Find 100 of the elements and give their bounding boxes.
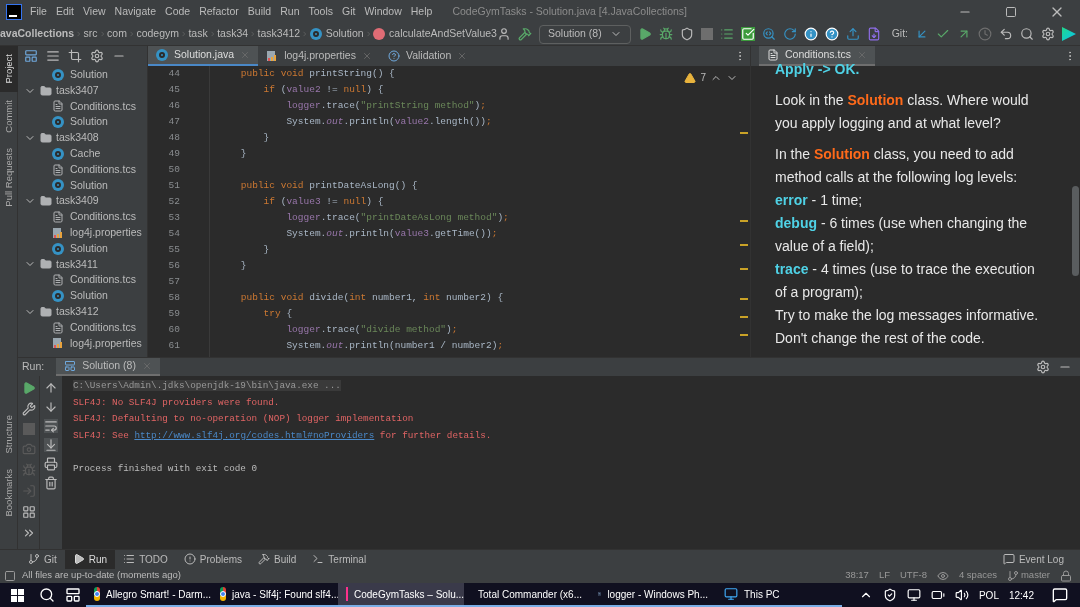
- breadcrumb[interactable]: task34: [217, 26, 249, 42]
- trash-icon[interactable]: [44, 476, 58, 490]
- document-icon[interactable]: [866, 27, 881, 41]
- tool-window-button[interactable]: Problems: [175, 549, 251, 569]
- clock[interactable]: 12:42: [1008, 587, 1034, 603]
- tool-window-button[interactable]: Git: [20, 549, 65, 569]
- taskbar-app[interactable]: Total Commander (x6...: [464, 583, 590, 607]
- menu-item[interactable]: Build: [247, 3, 272, 20]
- tree-item[interactable]: task3407: [18, 82, 147, 99]
- run-icon[interactable]: [21, 381, 36, 395]
- bug-icon[interactable]: [658, 27, 673, 41]
- breadcrumb[interactable]: task3412: [257, 26, 301, 42]
- scroll-thumb[interactable]: [1071, 186, 1079, 276]
- hammer-icon[interactable]: [517, 27, 532, 41]
- settings-icon[interactable]: [1041, 27, 1055, 41]
- tree-item[interactable]: Conditions.tcs: [18, 272, 147, 289]
- expand-icon[interactable]: [46, 49, 60, 63]
- panel-icon[interactable]: [24, 49, 38, 63]
- menu-item[interactable]: Tools: [308, 3, 333, 20]
- taskbar-app[interactable]: Allegro Smart! - Darm...: [86, 583, 212, 607]
- breadcrumb[interactable]: codegym: [136, 26, 179, 42]
- tree-item[interactable]: task3409: [18, 193, 147, 210]
- menu-item[interactable]: Window: [364, 3, 402, 20]
- tree-item[interactable]: task3408: [18, 130, 147, 146]
- collapse-icon[interactable]: [68, 49, 82, 63]
- check-icon[interactable]: [936, 27, 950, 41]
- editor-tab[interactable]: Validation: [379, 46, 476, 66]
- input-language[interactable]: POL: [978, 587, 999, 603]
- taskbar-app[interactable]: CodeGymTasks – Solu...: [338, 583, 464, 607]
- side-tab[interactable]: Project: [0, 46, 18, 92]
- menu-item[interactable]: Edit: [55, 3, 74, 20]
- menu-item[interactable]: Refactor: [199, 3, 239, 20]
- breadcrumb[interactable]: src: [83, 26, 98, 42]
- side-tab[interactable]: Pull Requests: [0, 140, 18, 215]
- tree-item[interactable]: Solution: [18, 114, 147, 131]
- print-icon[interactable]: [44, 457, 58, 471]
- menu-item[interactable]: Navigate: [114, 3, 157, 20]
- battery-icon[interactable]: [930, 588, 945, 602]
- warning-count[interactable]: 7: [700, 70, 706, 85]
- menu-item[interactable]: Run: [280, 3, 300, 20]
- task-view-icon[interactable]: [65, 587, 81, 603]
- breadcrumb[interactable]: Solution: [309, 26, 364, 42]
- tree-item[interactable]: Conditions.tcs: [18, 98, 147, 115]
- upload-icon[interactable]: [845, 27, 860, 41]
- run-tab[interactable]: Solution (8): [56, 358, 160, 376]
- notification-icon[interactable]: [1052, 587, 1068, 603]
- settings-icon[interactable]: [90, 49, 104, 63]
- tree-item[interactable]: Solution: [18, 67, 147, 83]
- scroll-end-icon[interactable]: [44, 438, 58, 452]
- eye-icon[interactable]: [936, 569, 949, 582]
- event-log-button[interactable]: Event Log: [1002, 551, 1064, 567]
- clock-icon[interactable]: [978, 27, 992, 41]
- tree-item[interactable]: Solution: [18, 240, 147, 257]
- down-icon[interactable]: [44, 400, 58, 414]
- line-separator[interactable]: LF: [878, 568, 890, 583]
- menu-item[interactable]: View: [83, 3, 106, 20]
- restore-icon[interactable]: [1005, 5, 1017, 18]
- tree-item[interactable]: Solution: [18, 288, 147, 304]
- plugin-logo-icon[interactable]: [1062, 27, 1076, 41]
- editor-tab[interactable]: Solution.java: [148, 46, 259, 66]
- lock-icon[interactable]: [1060, 569, 1072, 582]
- breadcrumb[interactable]: calculateAndSetValue3: [373, 26, 497, 42]
- tree-item[interactable]: Conditions.tcs: [18, 161, 147, 178]
- tool-window-button[interactable]: TODO: [115, 549, 176, 569]
- run-config-dropdown[interactable]: Solution (8): [538, 24, 631, 44]
- help-icon[interactable]: [824, 27, 839, 41]
- checkbox-icon[interactable]: [740, 27, 755, 41]
- volume-icon[interactable]: [954, 588, 969, 602]
- shield-icon[interactable]: [882, 588, 897, 602]
- tree-item[interactable]: Cache: [18, 146, 147, 162]
- tree-item[interactable]: Conditions.tcs: [18, 209, 147, 225]
- search-icon[interactable]: [39, 587, 55, 603]
- toggle-icon[interactable]: [4, 569, 16, 582]
- undo-icon[interactable]: [999, 27, 1013, 41]
- settings-icon[interactable]: [1036, 360, 1050, 374]
- taskbar-app[interactable]: logger - Windows Ph...: [590, 583, 716, 607]
- list-icon[interactable]: [719, 27, 734, 41]
- console-link[interactable]: http://www.slf4j.org/codes.html#noProviders: [134, 429, 375, 441]
- editor-tab[interactable]: log4j.properties: [258, 46, 380, 66]
- side-tab[interactable]: Bookmarks: [0, 461, 18, 525]
- tree-item[interactable]: Solution: [18, 177, 147, 194]
- git-branch[interactable]: master: [1006, 568, 1050, 583]
- run-icon[interactable]: [637, 27, 652, 41]
- tool-window-button[interactable]: Run: [64, 549, 116, 569]
- layout-icon[interactable]: [21, 505, 36, 519]
- breadcrumb[interactable]: com: [107, 26, 127, 42]
- refresh-icon[interactable]: [782, 27, 797, 41]
- menu-item[interactable]: File: [30, 3, 47, 20]
- stop-icon[interactable]: [700, 28, 713, 40]
- side-tab[interactable]: Structure: [0, 406, 18, 462]
- warning-icon[interactable]: [684, 71, 697, 84]
- file-encoding[interactable]: UTF-8: [900, 568, 927, 583]
- menu-item[interactable]: Code: [165, 3, 191, 20]
- caret-position[interactable]: 38:17: [845, 568, 869, 583]
- breadcrumb[interactable]: task: [188, 26, 208, 42]
- indent-setting[interactable]: 4 spaces: [958, 568, 997, 583]
- side-tab[interactable]: Commit: [0, 91, 18, 141]
- tool-window-button[interactable]: Build: [250, 549, 305, 569]
- taskbar-app[interactable]: This PC: [716, 583, 842, 607]
- user-icon[interactable]: [496, 27, 511, 41]
